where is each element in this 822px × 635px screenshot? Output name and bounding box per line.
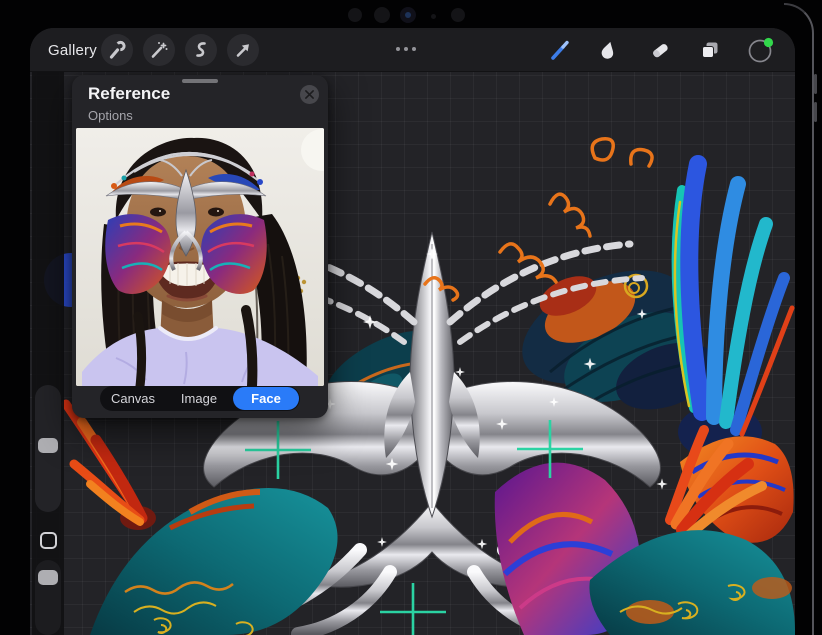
magic-wand-icon <box>148 39 170 61</box>
close-icon <box>305 90 314 99</box>
eraser-icon <box>648 38 672 62</box>
volume-up-button <box>814 74 817 94</box>
actions-button[interactable] <box>101 34 133 66</box>
close-button[interactable] <box>300 85 319 104</box>
eraser-tool-button[interactable] <box>644 34 676 66</box>
tab-canvas[interactable]: Canvas <box>100 386 166 411</box>
transform-arrow-icon <box>232 39 254 61</box>
layers-button[interactable] <box>694 34 726 66</box>
gallery-button[interactable]: Gallery <box>48 28 97 72</box>
drag-handle[interactable] <box>182 79 218 83</box>
camera-preview-image <box>76 128 324 386</box>
color-swatch-button[interactable] <box>745 34 777 66</box>
paint-brush-icon <box>548 38 572 62</box>
modify-button[interactable] <box>40 532 57 549</box>
face-id-sensor-icon <box>451 8 465 22</box>
volume-down-button <box>814 102 817 122</box>
multitask-indicator[interactable] <box>396 47 416 51</box>
transform-button[interactable] <box>227 34 259 66</box>
tab-image[interactable]: Image <box>166 386 232 411</box>
ipad-device: Reference Options <box>0 0 822 635</box>
face-camera-preview[interactable] <box>76 128 324 386</box>
ambient-sensor-icon <box>431 14 436 19</box>
reference-mode-tabs: Canvas Image Face <box>100 386 300 411</box>
reference-panel: Reference Options <box>72 75 328 418</box>
smudge-finger-icon <box>596 38 620 62</box>
adjustments-button[interactable] <box>143 34 175 66</box>
selection-button[interactable] <box>185 34 217 66</box>
face-id-sensor-icon <box>374 7 390 23</box>
selection-s-icon <box>190 39 212 61</box>
panel-title: Reference <box>88 84 170 104</box>
face-id-sensor-icon <box>348 8 362 22</box>
brush-opacity-slider-handle[interactable] <box>38 570 58 585</box>
panel-subtitle[interactable]: Options <box>88 108 133 123</box>
tab-face[interactable]: Face <box>233 387 299 410</box>
screen: Reference Options <box>30 28 795 635</box>
current-color-icon <box>746 35 776 65</box>
top-toolbar: Gallery <box>30 28 795 72</box>
front-camera-lens-icon <box>405 12 411 18</box>
workspace: Reference Options <box>30 72 795 635</box>
wrench-icon <box>106 39 128 61</box>
layers-icon <box>698 38 722 62</box>
brush-tool-button[interactable] <box>544 34 576 66</box>
smudge-tool-button[interactable] <box>592 34 624 66</box>
brush-size-slider-handle[interactable] <box>38 438 58 453</box>
sidebar <box>32 72 64 635</box>
